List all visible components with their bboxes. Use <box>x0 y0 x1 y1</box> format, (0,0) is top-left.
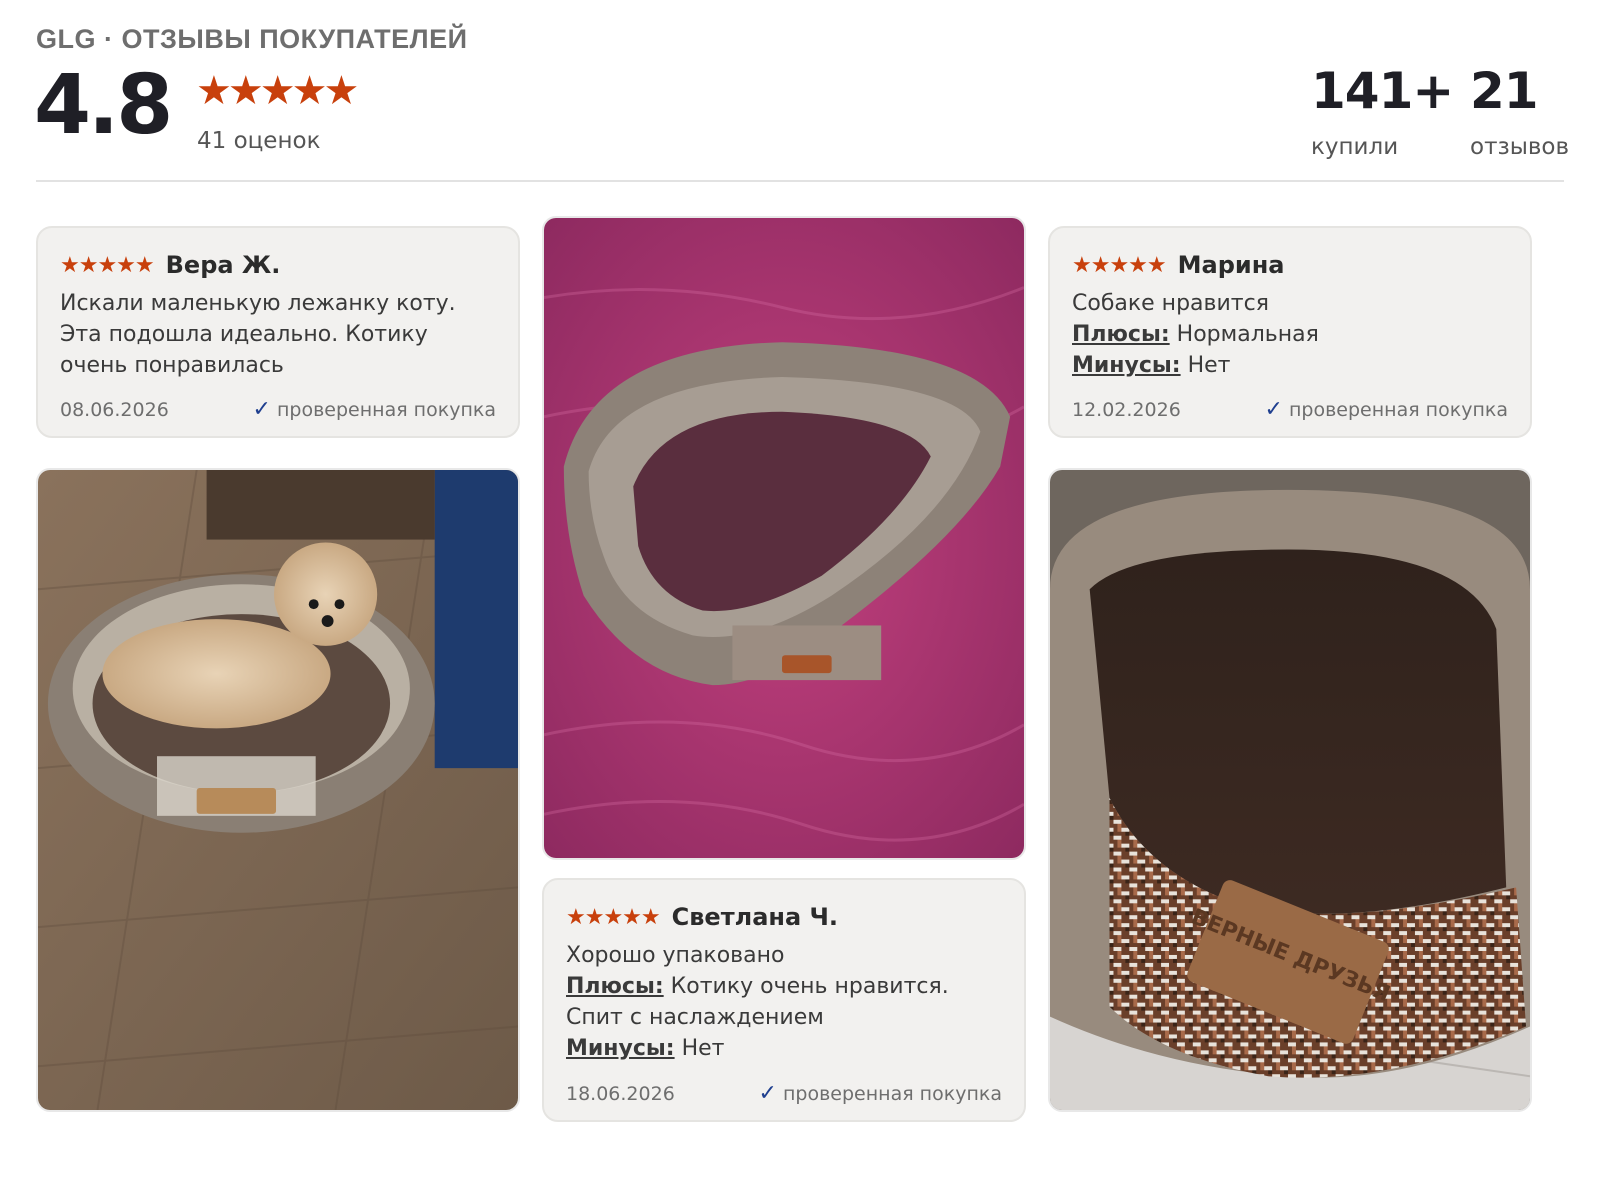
review-photo-bed-closeup[interactable]: ВЕРНЫЕ ДРУЗЬЯ <box>1048 468 1532 1112</box>
cons-label: Минусы: <box>566 1036 675 1061</box>
rating-stars-icon: ★★★★★ <box>196 68 359 114</box>
review-stars-icon: ★★★★★ <box>60 252 155 278</box>
verified-label: проверенная покупка <box>276 398 496 421</box>
review-author: Вера Ж. <box>165 251 281 279</box>
pros-label: Плюсы: <box>566 974 664 999</box>
stat-bought-value: 141+ <box>1311 62 1454 120</box>
review-stars-icon: ★★★★★ <box>1072 252 1167 278</box>
cons-text: Нет <box>1187 353 1231 378</box>
page-title: GLG · ОТЗЫВЫ ПОКУПАТЕЛЕЙ <box>36 24 468 54</box>
review-date: 18.06.2026 <box>566 1082 675 1105</box>
review-author: Светлана Ч. <box>671 903 839 931</box>
review-text: Искали маленькую лежанку коту. Эта подош… <box>60 291 456 378</box>
verified-badge: ✓ проверенная покупка <box>253 397 496 422</box>
stat-reviews-value: 21 <box>1470 62 1539 120</box>
review-card-vera[interactable]: ★★★★★ Вера Ж. Искали маленькую лежанку к… <box>36 226 520 438</box>
verified-badge: ✓ проверенная покупка <box>759 1081 1002 1106</box>
review-photo-dog-in-bed[interactable] <box>36 468 520 1112</box>
review-date: 12.02.2026 <box>1072 398 1181 421</box>
review-text: Хорошо упаковано <box>566 943 785 968</box>
pros-label: Плюсы: <box>1072 322 1170 347</box>
review-card-svetlana[interactable]: ★★★★★ Светлана Ч. Хорошо упаковано Плюсы… <box>542 878 1026 1122</box>
review-stars-icon: ★★★★★ <box>566 904 661 930</box>
review-body: Хорошо упаковано Плюсы: Котику очень нра… <box>566 940 1002 1064</box>
review-body: Собаке нравится Плюсы: Нормальная Минусы… <box>1072 288 1508 381</box>
review-card-marina[interactable]: ★★★★★ Марина Собаке нравится Плюсы: Норм… <box>1048 226 1532 438</box>
review-photo-bed-on-blanket[interactable] <box>542 216 1026 860</box>
pros-text: Нормальная <box>1176 322 1319 347</box>
review-text: Собаке нравится <box>1072 291 1269 316</box>
rating-value: 4.8 <box>34 58 173 153</box>
review-author: Марина <box>1177 251 1285 279</box>
stat-bought-label: купили <box>1311 134 1399 160</box>
check-icon: ✓ <box>758 1081 777 1106</box>
verified-label: проверенная покупка <box>1288 398 1508 421</box>
review-date: 08.06.2026 <box>60 398 169 421</box>
stat-reviews-label: отзывов <box>1470 134 1570 160</box>
cons-label: Минусы: <box>1072 353 1181 378</box>
check-icon: ✓ <box>252 397 271 422</box>
divider <box>36 180 1564 182</box>
stat-reviews[interactable]: 21 отзывов <box>1470 62 1569 160</box>
cons-text: Нет <box>681 1036 725 1061</box>
verified-badge: ✓ проверенная покупка <box>1265 397 1508 422</box>
verified-label: проверенная покупка <box>782 1082 1002 1105</box>
check-icon: ✓ <box>1264 397 1283 422</box>
stat-bought: 141+ купили <box>1311 62 1454 160</box>
rating-count: 41 оценок <box>197 128 321 154</box>
